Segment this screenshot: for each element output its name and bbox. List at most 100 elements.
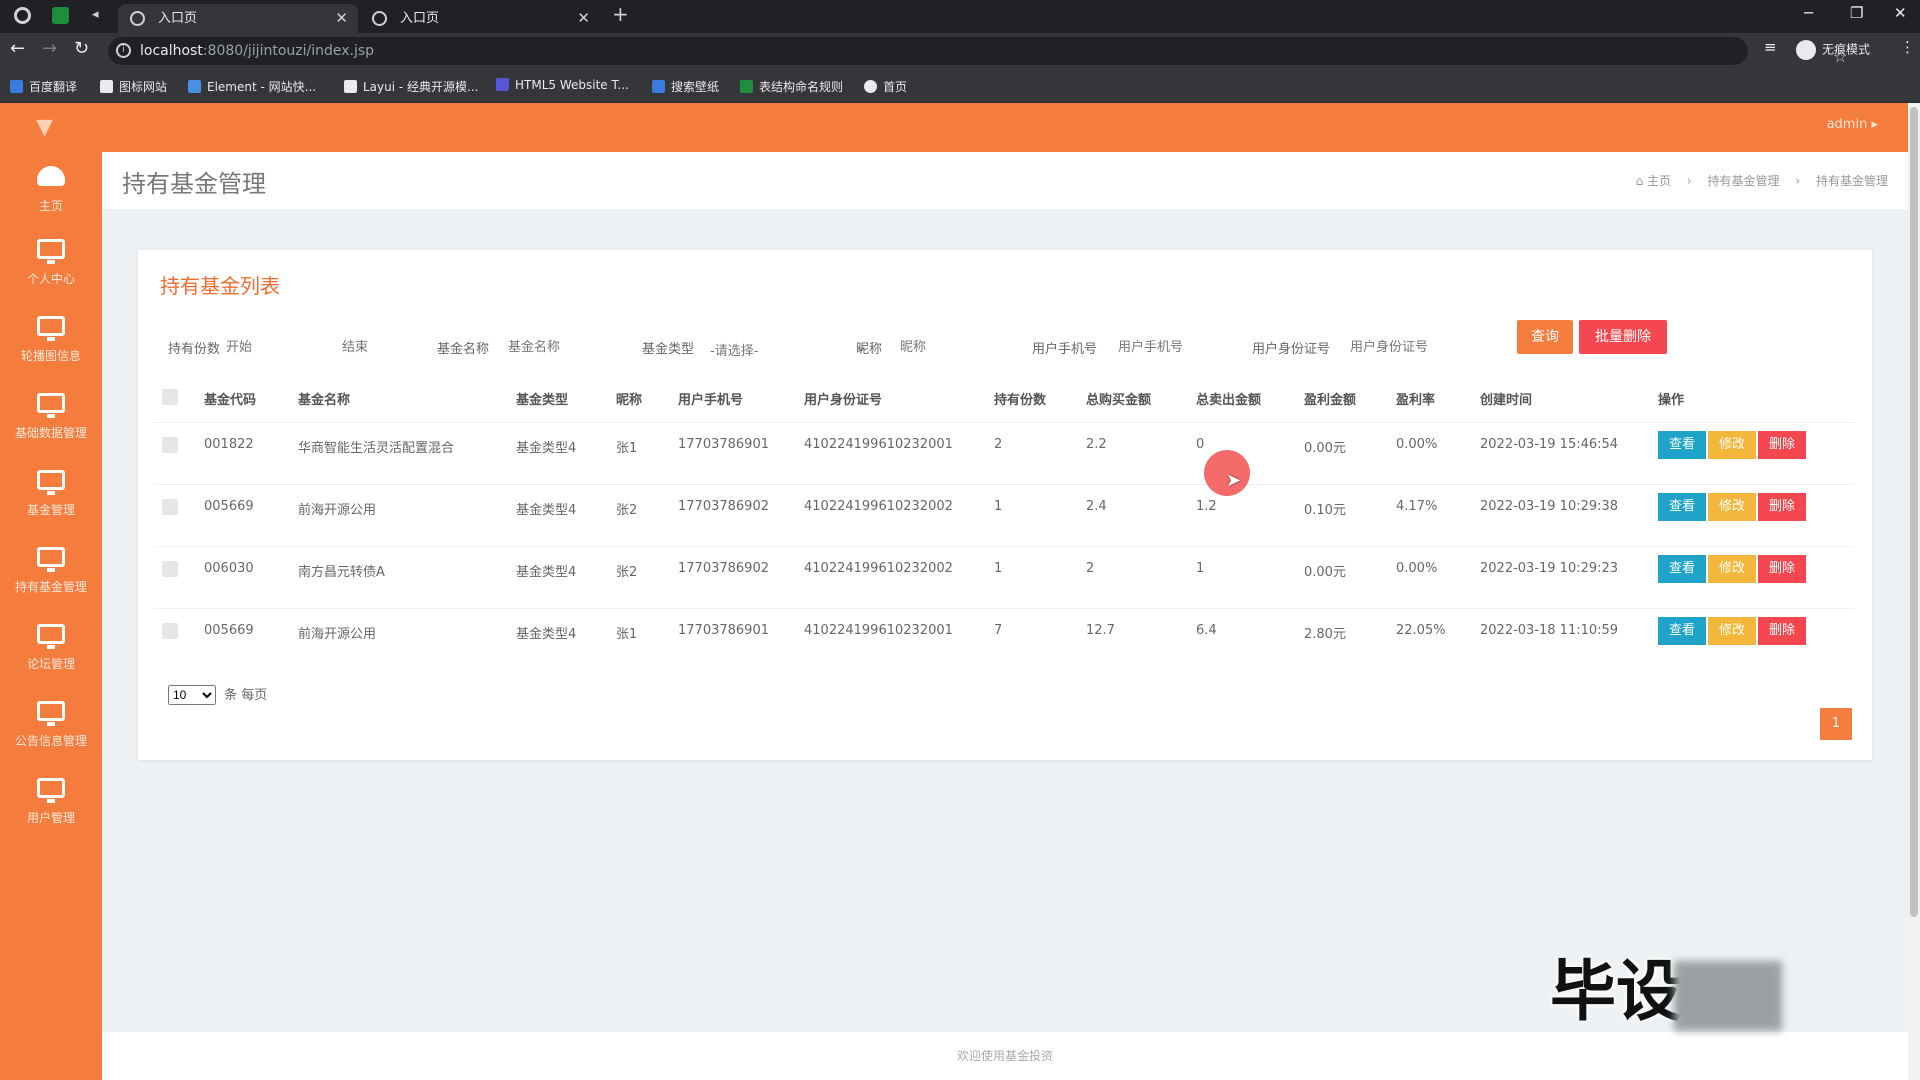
monitor-icon <box>37 778 65 803</box>
cell-shares: 7 <box>994 622 1003 638</box>
edit-button[interactable]: 修改 <box>1708 554 1756 583</box>
cell-name: 华商智能生活灵活配置混合 <box>298 440 455 456</box>
view-button[interactable]: 查看 <box>1658 430 1706 459</box>
sidebar-item-profile[interactable]: 个人中心 <box>0 239 102 301</box>
bulk-delete-button[interactable]: 批量删除 <box>1579 320 1667 354</box>
holding-start-input[interactable] <box>226 334 296 358</box>
nickname-input[interactable] <box>900 334 990 358</box>
delete-button[interactable]: 删除 <box>1758 616 1806 645</box>
close-tab-icon[interactable]: ✕ <box>335 4 348 33</box>
monitor-icon <box>37 239 65 264</box>
cell-shares: 2 <box>994 436 1003 452</box>
page-title: 持有基金管理 <box>122 170 266 198</box>
holding-label: 持有份数 <box>168 342 221 357</box>
cell-idcard: 410224199610232002 <box>804 560 953 576</box>
row-checkbox[interactable] <box>162 498 178 515</box>
sidebar-item-notices[interactable]: 公告信息管理 <box>0 701 102 763</box>
phone-input[interactable] <box>1118 334 1228 358</box>
incognito-indicator[interactable]: 无痕模式 <box>1796 40 1870 60</box>
view-button[interactable]: 查看 <box>1658 492 1706 521</box>
bookmark-item[interactable]: 首页 <box>864 78 907 95</box>
cell-type: 基金类型4 <box>516 440 577 456</box>
select-all-checkbox[interactable] <box>162 388 178 405</box>
site-info-icon[interactable]: i <box>116 43 131 58</box>
scrollbar-thumb[interactable] <box>1910 107 1918 917</box>
sidebar-item-users[interactable]: 用户管理 <box>0 778 102 840</box>
cursor-icon: ➤ <box>1226 470 1242 491</box>
sidebar-item-base-data[interactable]: 基础数据管理 <box>0 393 102 455</box>
page-size-select[interactable]: 10 <box>168 685 216 705</box>
sidebar-item-carousel[interactable]: 轮播图信息 <box>0 316 102 378</box>
page-1-button[interactable]: 1 <box>1820 708 1852 740</box>
bookmark-item[interactable]: 搜索壁纸 <box>652 78 719 95</box>
new-tab-icon[interactable]: + <box>612 2 629 26</box>
cell-created: 2022-03-18 11:10:59 <box>1480 622 1619 638</box>
breadcrumb-item[interactable]: 持有基金管理 <box>1708 174 1780 188</box>
row-checkbox[interactable] <box>162 560 178 577</box>
sidebar-item-funds[interactable]: 基金管理 <box>0 470 102 532</box>
cell-idcard: 410224199610232001 <box>804 622 953 638</box>
forward-icon[interactable]: → <box>42 38 57 59</box>
cell-sell: 1 <box>1196 560 1205 576</box>
mute-icon[interactable]: ◂ <box>92 7 109 24</box>
idcard-input[interactable] <box>1350 334 1480 358</box>
page-scrollbar[interactable] <box>1908 103 1920 1080</box>
cell-profit: 0.00元 <box>1304 564 1346 580</box>
edit-button[interactable]: 修改 <box>1708 492 1756 521</box>
reading-list-icon[interactable]: ≡ <box>1764 38 1777 56</box>
user-menu[interactable]: admin ▸ <box>1827 117 1878 132</box>
cell-rate: 22.05% <box>1396 622 1446 638</box>
edit-button[interactable]: 修改 <box>1708 430 1756 459</box>
cell-nick: 张2 <box>616 564 638 580</box>
breadcrumb-item[interactable]: 主页 <box>1647 174 1671 188</box>
sidebar-item-home[interactable]: 主页 <box>0 166 102 228</box>
cell-name: 前海开源公用 <box>298 502 377 518</box>
restore-icon[interactable]: ❐ <box>1850 4 1863 22</box>
panel-title: 持有基金列表 <box>160 274 280 298</box>
view-button[interactable]: 查看 <box>1658 554 1706 583</box>
fund-name-input[interactable] <box>508 334 618 358</box>
sidebar-item-label: 用户管理 <box>26 811 75 825</box>
reload-icon[interactable]: ↻ <box>74 38 89 59</box>
menu-icon[interactable]: ⋮ <box>1900 38 1915 56</box>
cell-shares: 1 <box>994 498 1003 514</box>
search-button[interactable]: 查询 <box>1517 320 1573 354</box>
sidebar-item-label: 主页 <box>38 199 63 213</box>
minimize-icon[interactable]: ─ <box>1804 4 1813 22</box>
cell-buy: 2 <box>1086 560 1095 576</box>
cell-type: 基金类型4 <box>516 626 577 642</box>
delete-button[interactable]: 删除 <box>1758 554 1806 583</box>
view-button[interactable]: 查看 <box>1658 616 1706 645</box>
sidebar-item-forum[interactable]: 论坛管理 <box>0 624 102 686</box>
monitor-icon <box>37 701 65 726</box>
tab-1[interactable]: 入口页 ✕ <box>118 4 358 33</box>
logo-icon: ▼ <box>36 115 53 140</box>
bookmark-item[interactable]: HTML5 Website T... <box>496 78 629 92</box>
address-bar[interactable]: i localhost:8080/jijintouzi/index.jsp ☆ <box>108 37 1847 66</box>
bookmark-item[interactable]: Layui - 经典开源模... <box>344 78 478 95</box>
browser-tabstrip: ◂ 入口页 ✕ 入口页 ✕ + ─ ❐ ✕ <box>0 0 1920 33</box>
bookmark-item[interactable]: 表结构命名规则 <box>740 78 843 95</box>
cell-rate: 0.00% <box>1396 436 1438 452</box>
bookmark-item[interactable]: Element - 网站快... <box>188 78 316 95</box>
tab-2[interactable]: 入口页 ✕ <box>360 4 600 33</box>
watermark: 毕设 <box>1550 938 1810 1031</box>
fund-type-select[interactable]: -请选择- ⌄ <box>710 340 866 359</box>
edit-button[interactable]: 修改 <box>1708 616 1756 645</box>
delete-button[interactable]: 删除 <box>1758 430 1806 459</box>
bookmark-item[interactable]: 百度翻译 <box>10 78 77 95</box>
monitor-icon <box>37 470 65 495</box>
close-tab-icon[interactable]: ✕ <box>577 4 590 33</box>
row-checkbox[interactable] <box>162 622 178 639</box>
holding-end-input[interactable] <box>342 334 402 358</box>
cell-nick: 张2 <box>616 502 638 518</box>
monitor-icon <box>37 316 65 341</box>
bookmark-item[interactable]: 图标网站 <box>100 78 167 95</box>
dashboard-icon <box>37 166 65 186</box>
sidebar-item-holdings[interactable]: 持有基金管理 <box>0 547 102 609</box>
close-window-icon[interactable]: ✕ <box>1894 4 1907 22</box>
row-checkbox[interactable] <box>162 436 178 453</box>
delete-button[interactable]: 删除 <box>1758 492 1806 521</box>
column-header: 持有份数 <box>994 393 1047 409</box>
back-icon[interactable]: ← <box>10 38 25 59</box>
